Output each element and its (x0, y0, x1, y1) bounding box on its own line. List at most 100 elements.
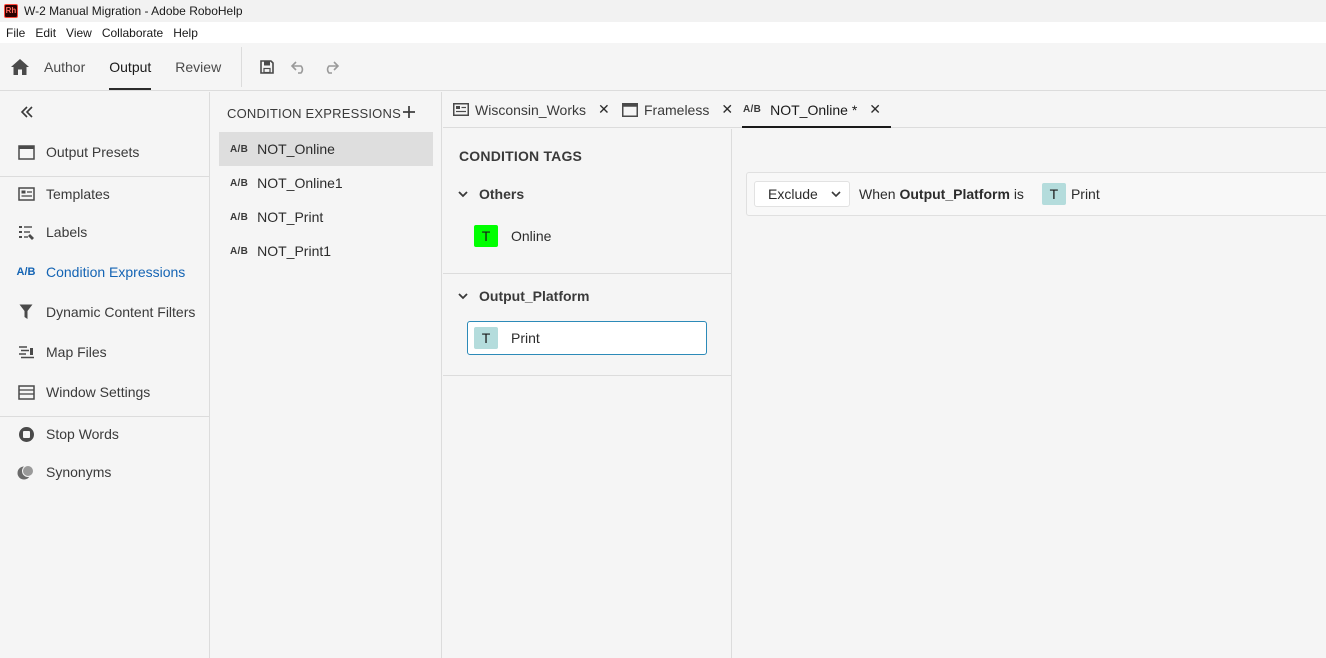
condition-tags-title: CONDITION TAGS (459, 148, 583, 164)
rule-tag-label: Print (1070, 186, 1100, 202)
tag-color-swatch: T (1041, 183, 1066, 205)
toolbar-separator (241, 46, 243, 87)
group-separator (443, 273, 731, 274)
panel-title: CONDITION EXPRESSIONS (227, 106, 401, 121)
expression-item[interactable]: A/B NOT_Online1 (219, 166, 433, 200)
nav-dynamic-content-filters[interactable]: Dynamic Content Filters (0, 297, 209, 327)
menu-file[interactable]: File (6, 26, 25, 40)
tab-label: Wisconsin_Works (475, 101, 586, 118)
redo-icon[interactable] (320, 56, 342, 78)
rule-operator: is (1013, 186, 1024, 202)
map-files-icon (16, 342, 36, 362)
tab-frameless[interactable]: Frameless ✕ (621, 92, 733, 127)
chevron-down-icon (458, 191, 468, 198)
condition-expressions-icon: A/B (16, 266, 36, 278)
document-tab-bar: Wisconsin_Works ✕ Frameless ✕ A/B NOT_On… (443, 92, 1326, 128)
filter-icon (16, 302, 36, 322)
ab-tab-icon: A/B (743, 104, 762, 115)
nav-label: Stop Words (46, 426, 119, 442)
menu-edit[interactable]: Edit (35, 26, 56, 40)
robohelp-logo-icon: Rh (4, 4, 18, 18)
output-preset-tab-icon (452, 102, 470, 118)
tag-item-print[interactable]: T Print (467, 321, 707, 355)
condition-expressions-panel: CONDITION EXPRESSIONS A/B NOT_Online A/B… (211, 92, 442, 658)
chevron-down-icon (831, 191, 841, 198)
window-title: W-2 Manual Migration - Adobe RoboHelp (24, 4, 243, 18)
tag-group-label: Output_Platform (479, 288, 590, 304)
menu-help[interactable]: Help (173, 26, 198, 40)
add-expression-icon[interactable] (400, 103, 418, 121)
nav-window-settings[interactable]: Window Settings (0, 377, 209, 407)
ab-icon: A/B (230, 211, 249, 223)
templates-icon (16, 184, 36, 204)
close-tab-icon[interactable]: ✕ (869, 101, 881, 118)
nav-separator (0, 176, 209, 177)
menu-collaborate[interactable]: Collaborate (102, 26, 163, 40)
stop-words-icon (16, 424, 36, 444)
frameless-tab-icon (621, 102, 639, 118)
nav-synonyms[interactable]: Synonyms (0, 457, 209, 487)
tag-group-label: Others (479, 186, 525, 202)
home-icon[interactable] (10, 57, 30, 77)
tag-item-online[interactable]: T Online (467, 219, 707, 253)
tab-wisconsin-works[interactable]: Wisconsin_Works ✕ (452, 92, 610, 127)
expression-item[interactable]: A/B NOT_Print1 (219, 234, 433, 268)
ab-icon: A/B (230, 177, 249, 189)
save-icon[interactable] (256, 56, 278, 78)
tag-color-swatch: T (474, 327, 498, 349)
rule-when-label: When (859, 186, 896, 202)
tab-review[interactable]: Review (175, 43, 221, 91)
main-toolbar: Author Output Review (0, 43, 1326, 91)
expression-label: NOT_Print (257, 209, 324, 225)
labels-icon (16, 222, 36, 242)
rule-tag-chip[interactable]: T Print (1041, 183, 1100, 205)
title-bar: Rh W-2 Manual Migration - Adobe RoboHelp (0, 0, 1326, 22)
expression-label: NOT_Online1 (257, 175, 343, 191)
expression-rule-row: Exclude When Output_Platform is T Print (746, 172, 1326, 216)
nav-stop-words[interactable]: Stop Words (0, 419, 209, 449)
nav-output-presets[interactable]: Output Presets (0, 137, 209, 167)
action-value: Exclude (768, 186, 818, 202)
nav-labels[interactable]: Labels (0, 217, 209, 247)
nav-label: Window Settings (46, 384, 151, 400)
tag-group-others[interactable]: Others (457, 186, 524, 202)
menu-view[interactable]: View (66, 26, 92, 40)
nav-label: Labels (46, 224, 88, 240)
tag-group-output-platform[interactable]: Output_Platform (457, 288, 589, 304)
nav-condition-expressions[interactable]: A/B Condition Expressions (0, 257, 209, 287)
output-nav-panel: Output Presets Templates Labels A/B Cond… (0, 92, 210, 658)
synonyms-icon (16, 462, 36, 482)
tab-label: Frameless (644, 101, 710, 118)
tab-label: NOT_Online * (770, 101, 858, 118)
tag-label: Online (511, 228, 552, 244)
expression-label: NOT_Print1 (257, 243, 332, 259)
ab-icon: A/B (230, 245, 249, 257)
chevron-down-icon (458, 293, 468, 300)
tag-label: Print (511, 330, 540, 346)
nav-separator (0, 416, 209, 417)
expression-editor: Exclude When Output_Platform is T Print (733, 129, 1326, 658)
tab-output[interactable]: Output (109, 43, 152, 91)
close-tab-icon[interactable]: ✕ (598, 101, 610, 118)
nav-templates[interactable]: Templates (0, 179, 209, 209)
nav-label: Condition Expressions (46, 264, 186, 280)
expression-label: NOT_Online (257, 141, 335, 157)
output-presets-icon (16, 142, 36, 162)
expression-item[interactable]: A/B NOT_Online (219, 132, 433, 166)
tab-author[interactable]: Author (44, 43, 85, 91)
nav-label: Templates (46, 186, 110, 202)
nav-map-files[interactable]: Map Files (0, 337, 209, 367)
nav-label: Map Files (46, 344, 107, 360)
close-tab-icon[interactable]: ✕ (721, 101, 733, 118)
undo-icon[interactable] (288, 56, 310, 78)
action-dropdown[interactable]: Exclude (754, 181, 850, 207)
ab-icon: A/B (230, 143, 249, 155)
tab-not-online[interactable]: A/B NOT_Online * ✕ (741, 92, 892, 128)
menu-bar: File Edit View Collaborate Help (0, 22, 1326, 43)
condition-tags-panel: CONDITION TAGS Others T Online Output_Pl… (443, 129, 732, 658)
window-settings-icon (16, 382, 36, 402)
collapse-panel-icon[interactable] (18, 103, 36, 121)
rule-condition-text: When Output_Platform is (859, 186, 1024, 202)
expression-item[interactable]: A/B NOT_Print (219, 200, 433, 234)
nav-label: Dynamic Content Filters (46, 304, 196, 320)
